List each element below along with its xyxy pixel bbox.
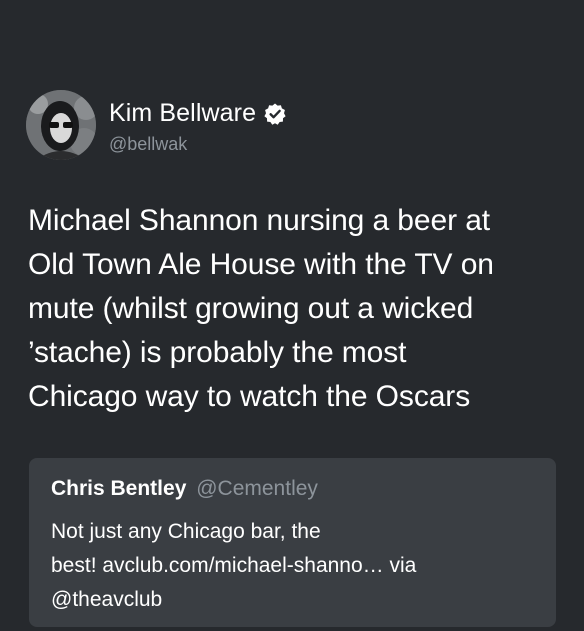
avatar[interactable] [26,90,96,160]
name-line: Kim Bellware [109,96,287,132]
quoted-author-name: Chris Bentley [51,477,187,500]
quoted-tweet-card[interactable]: Chris Bentley @Cementley Not just any Ch… [29,458,556,627]
author-display-name[interactable]: Kim Bellware [109,99,256,128]
tweet-text: Michael Shannon nursing a beer at Old To… [28,199,568,419]
tweet-author: Kim Bellware @bellwak [26,90,287,160]
author-handle[interactable]: @bellwak [109,134,287,155]
tweet-text-line: Old Town Ale House with the TV on [28,248,494,281]
quoted-author-handle: @Cementley [196,477,318,500]
verified-badge-icon [263,102,287,126]
quoted-text-line: best! avclub.com/michael-shanno… via [51,554,417,577]
tweet-text-line: Chicago way to watch the Oscars [28,380,471,413]
quoted-text-line: @theavclub [51,588,163,611]
tweet-text-line: Michael Shannon nursing a beer at [28,204,491,237]
quoted-text-line: Not just any Chicago bar, the [51,520,321,543]
author-info: Kim Bellware @bellwak [109,96,287,155]
tweet-text-line: mute (whilst growing out a wicked [28,292,474,325]
tweet: Kim Bellware @bellwak Michael Shannon nu… [0,0,584,631]
quoted-tweet-text: Not just any Chicago bar, the best! avcl… [51,515,541,617]
quoted-tweet-header: Chris Bentley @Cementley [51,477,318,501]
tweet-text-line: ’stache) is probably the most [28,336,407,369]
